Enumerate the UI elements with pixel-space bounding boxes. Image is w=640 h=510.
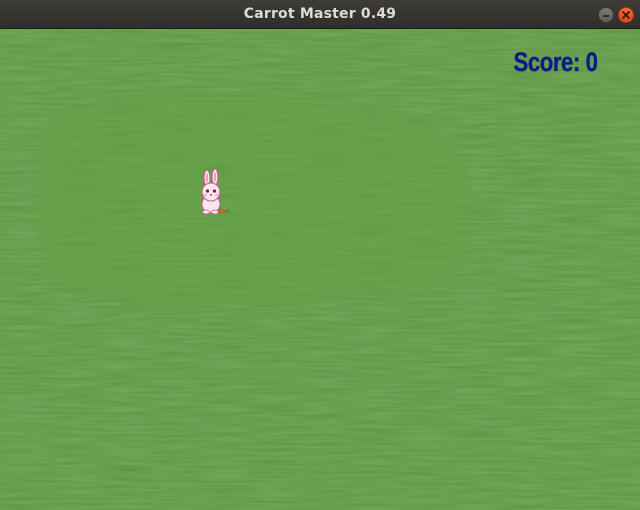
close-button[interactable] [618,7,634,23]
grass-field [0,29,640,510]
bunny-player-icon [201,168,231,215]
title-bar[interactable]: Carrot Master 0.49 [0,0,640,29]
minimize-button[interactable] [598,7,614,23]
window-title: Carrot Master 0.49 [243,6,397,22]
game-canvas[interactable]: Score: 0 [0,29,640,510]
carrot-icon [218,208,229,214]
close-icon [622,11,630,19]
score-display: Score: 0 [513,47,599,77]
app-window: Carrot Master 0.49 Score: 0 [0,0,640,510]
